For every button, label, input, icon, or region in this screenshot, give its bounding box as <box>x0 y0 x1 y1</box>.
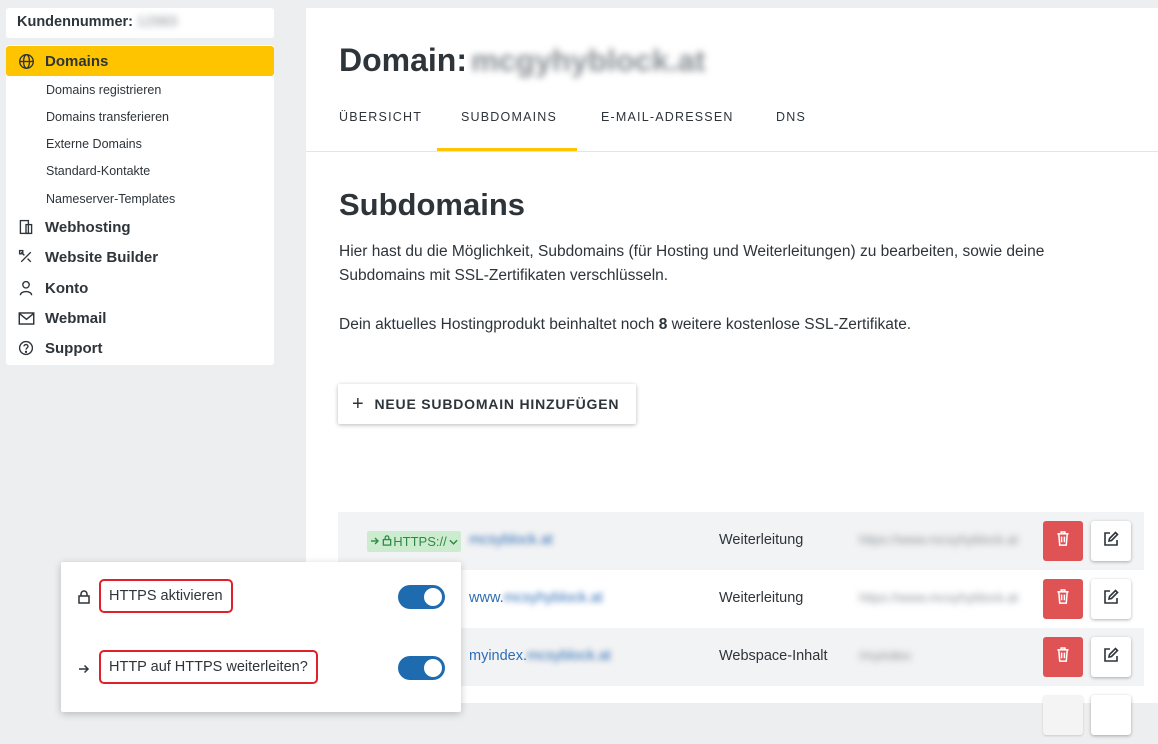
sidebar-item-domains[interactable]: Domains <box>6 46 274 76</box>
sidebar-item-label: Webhosting <box>45 218 131 236</box>
edit-icon <box>1103 646 1119 668</box>
subdomain-prefix: www. <box>469 590 504 606</box>
subdomain-name[interactable]: mcsyblock.at <box>469 532 553 548</box>
tab-uebersicht[interactable]: ÜBERSICHT <box>339 110 422 124</box>
page-title: Domain: mcgyhyblock.at <box>339 42 705 79</box>
toggle-knob <box>424 588 442 606</box>
toggle-knob <box>424 659 442 677</box>
subdomain-domain: mcsyblock.at <box>469 532 553 548</box>
intro-text: Hier hast du die Möglichkeit, Subdomains… <box>339 243 1045 284</box>
https-settings-popup: HTTPS aktivieren HTTP auf HTTPS weiterle… <box>61 562 461 712</box>
ssl-info-suffix: weitere kostenlose SSL-Zertifikate. <box>671 316 912 333</box>
subdomain-prefix: myindex. <box>469 648 528 664</box>
trash-icon <box>1056 531 1070 551</box>
active-tab-indicator <box>437 148 577 151</box>
https-redirect-label: HTTP auf HTTPS weiterleiten? <box>99 650 318 684</box>
https-badge-label: HTTPS:// <box>393 534 447 549</box>
delete-button[interactable] <box>1043 695 1083 735</box>
sidebar-item-label: Support <box>45 339 103 357</box>
sidebar-nav: Domains Domains registrieren Domains tra… <box>6 45 274 365</box>
sidebar-item-label: Konto <box>45 279 89 297</box>
edit-button[interactable] <box>1091 579 1131 619</box>
add-subdomain-label: NEUE SUBDOMAIN HINZUFÜGEN <box>374 396 620 412</box>
user-icon <box>17 279 35 297</box>
hosting-icon <box>17 218 35 236</box>
https-enable-toggle[interactable] <box>398 585 445 609</box>
delete-button[interactable] <box>1043 637 1083 677</box>
sidebar-subitem-transfer[interactable]: Domains transferieren <box>46 110 169 124</box>
trash-icon <box>1056 589 1070 609</box>
sidebar-subitem-contacts[interactable]: Standard-Kontakte <box>46 164 150 178</box>
sidebar-item-webmail[interactable]: Webmail <box>6 303 274 333</box>
tools-icon <box>17 248 35 266</box>
subdomain-name[interactable]: myindex.mcsyblock.at <box>469 648 611 664</box>
section-title: Subdomains <box>339 187 526 222</box>
domain-name: mcgyhyblock.at <box>471 43 706 78</box>
globe-icon <box>17 52 35 70</box>
edit-button[interactable] <box>1091 637 1131 677</box>
chevron-down-icon <box>449 534 458 549</box>
trash-icon <box>1056 647 1070 667</box>
ssl-info-prefix: Dein aktuelles Hostingprodukt beinhaltet… <box>339 316 655 333</box>
lock-icon <box>78 590 92 606</box>
https-dropdown[interactable]: HTTPS:// <box>367 531 461 552</box>
https-redirect-toggle[interactable] <box>398 656 445 680</box>
tab-dns[interactable]: DNS <box>776 110 806 124</box>
sidebar-item-support[interactable]: Support <box>6 333 274 363</box>
mail-icon <box>17 309 35 327</box>
edit-button[interactable] <box>1091 695 1131 735</box>
subdomain-target: https://www.mcsyhyblock.at <box>859 532 1018 547</box>
sidebar-item-label: Domains <box>45 52 109 70</box>
subdomain-domain: mcsyhyblock.at <box>503 590 603 606</box>
help-icon <box>17 339 35 357</box>
subdomain-domain: mcsyblock.at <box>527 648 611 664</box>
subdomain-target: https://www.mcsyhyblock.at <box>859 590 1018 605</box>
lock-icon <box>382 534 392 549</box>
tab-email-addresses[interactable]: E-MAIL-ADRESSEN <box>601 110 734 124</box>
sidebar-subitem-external[interactable]: Externe Domains <box>46 137 142 151</box>
customer-number-value: 12983 <box>137 14 178 30</box>
sidebar-item-label: Webmail <box>45 309 107 327</box>
edit-button[interactable] <box>1091 521 1131 561</box>
subdomain-name[interactable]: www.mcsyhyblock.at <box>469 590 603 606</box>
https-enable-label: HTTPS aktivieren <box>99 579 233 613</box>
sidebar-subitem-register[interactable]: Domains registrieren <box>46 83 161 97</box>
sidebar-item-webhosting[interactable]: Webhosting <box>6 212 274 242</box>
sidebar-item-website-builder[interactable]: Website Builder <box>6 242 274 272</box>
arrow-right-icon <box>78 662 92 678</box>
tab-subdomains[interactable]: SUBDOMAINS <box>461 110 557 124</box>
subdomain-type: Weiterleitung <box>719 590 804 606</box>
ssl-info-text: Dein aktuelles Hostingprodukt beinhaltet… <box>339 313 1129 337</box>
delete-button[interactable] <box>1043 521 1083 561</box>
sidebar-item-konto[interactable]: Konto <box>6 273 274 303</box>
sidebar-subitem-nameserver[interactable]: Nameserver-Templates <box>46 192 175 206</box>
subdomain-type: Weiterleitung <box>719 532 804 548</box>
edit-icon <box>1103 530 1119 552</box>
ssl-count: 8 <box>658 316 668 333</box>
page-title-prefix: Domain: <box>339 42 467 78</box>
subdomain-type: Webspace-Inhalt <box>719 648 828 664</box>
add-subdomain-button[interactable]: + NEUE SUBDOMAIN HINZUFÜGEN <box>338 384 636 424</box>
tab-bar: Domain: mcgyhyblock.at ÜBERSICHT SUBDOMAI… <box>306 8 1158 152</box>
sidebar-item-label: Website Builder <box>45 248 159 266</box>
https-enable-row: HTTPS aktivieren <box>61 579 461 619</box>
arrow-right-icon <box>370 534 380 549</box>
customer-number-label: Kundennummer: <box>17 14 133 30</box>
subdomain-target: /myindex <box>859 648 912 663</box>
delete-button[interactable] <box>1043 579 1083 619</box>
plus-icon: + <box>352 393 365 415</box>
edit-icon <box>1103 588 1119 610</box>
customer-number: Kundennummer: 12983 <box>6 8 274 38</box>
https-redirect-row: HTTP auf HTTPS weiterleiten? <box>61 650 461 690</box>
